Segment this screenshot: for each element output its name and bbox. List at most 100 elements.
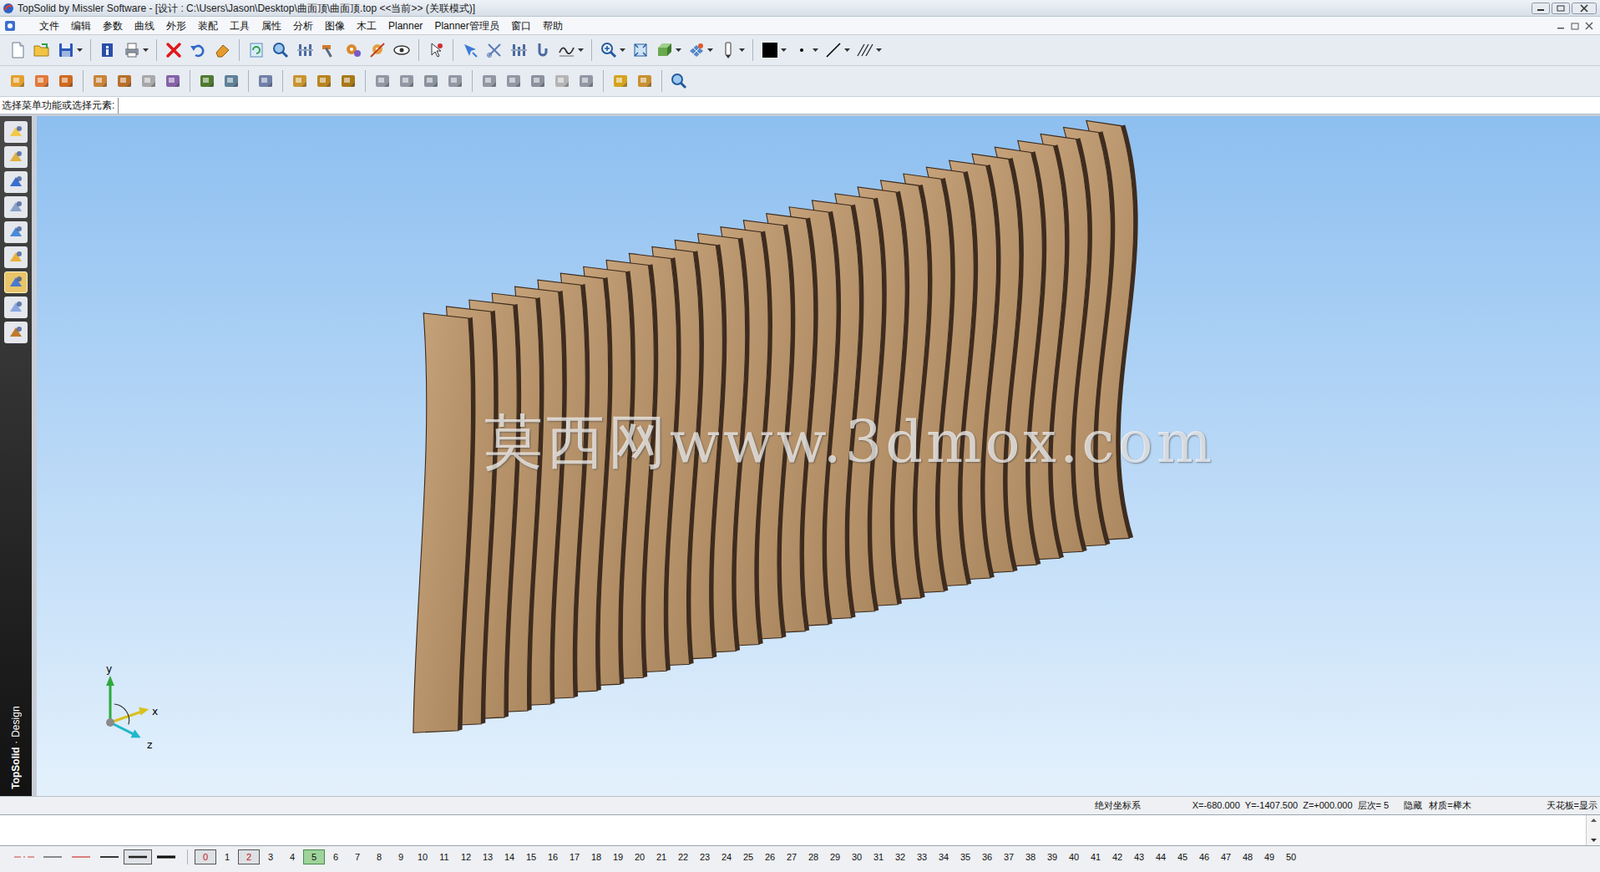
line-style-button[interactable] [123,849,152,865]
menu-item[interactable]: 外形 [160,18,193,34]
menu-item[interactable]: 木工 [350,18,383,34]
layer-button[interactable]: 19 [607,849,629,865]
layer-button[interactable]: 34 [932,849,955,865]
menu-item[interactable]: 文件 [33,18,66,34]
layer-button[interactable]: 30 [845,849,868,865]
toolbar-button[interactable] [55,37,85,63]
layer-button[interactable]: 0 [194,849,217,865]
toolbar-button[interactable] [337,68,360,94]
layer-button[interactable]: 21 [650,849,673,865]
restore-icon[interactable] [1569,20,1581,32]
menu-item[interactable]: 装配 [192,18,224,34]
toolbar-button[interactable] [597,37,628,63]
palette-button[interactable] [4,196,28,218]
toolbar-button[interactable] [609,68,632,94]
toolbar-button[interactable] [425,37,447,63]
layer-button[interactable]: 15 [520,849,542,865]
layer-button[interactable]: 3 [259,849,282,865]
toolbar-button[interactable] [211,37,233,63]
toolbar-button[interactable] [717,37,747,63]
layer-button[interactable]: 45 [1171,849,1194,865]
toolbar-button[interactable] [551,68,573,94]
toolbar-button[interactable] [245,37,268,63]
layer-button[interactable]: 42 [1106,849,1129,865]
layer-button[interactable]: 39 [1041,849,1064,865]
menu-item[interactable]: 图像 [318,18,351,34]
layer-button[interactable]: 2 [237,849,260,865]
layer-button[interactable]: 4 [281,849,304,865]
toolbar-button[interactable] [629,37,652,63]
layer-button[interactable]: 13 [476,849,499,865]
toolbar-button[interactable] [483,37,506,63]
toolbar-button[interactable] [507,37,530,63]
toolbar-button[interactable] [121,37,151,63]
palette-button[interactable] [4,296,28,319]
layer-button[interactable]: 22 [672,849,694,865]
layer-button[interactable]: 10 [411,849,434,865]
toolbar-button[interactable] [318,37,340,63]
toolbar-button[interactable] [55,68,77,94]
toolbar-button[interactable] [220,68,243,94]
scrollbar[interactable] [1585,815,1600,846]
toolbar-button[interactable] [89,68,112,94]
menu-item[interactable]: Planner管理员 [428,18,505,34]
layer-button[interactable]: 24 [715,849,738,865]
palette-button[interactable] [4,321,28,344]
menu-item[interactable]: 曲线 [128,18,161,34]
toolbar-button[interactable] [137,68,160,94]
toolbar-button[interactable] [6,37,29,63]
layer-button[interactable]: 37 [997,849,1020,865]
toolbar-button[interactable] [653,37,684,63]
toolbar-button[interactable] [254,68,277,94]
menu-item[interactable]: 帮助 [536,18,569,34]
toolbar-button[interactable] [113,68,136,94]
toolbar-button[interactable] [269,37,292,63]
layer-button[interactable]: 46 [1193,849,1216,865]
layer-button[interactable]: 29 [824,849,846,865]
menu-item[interactable]: 工具 [223,18,256,34]
layer-button[interactable]: 35 [954,849,977,865]
layer-button[interactable]: 47 [1215,849,1237,865]
layer-button[interactable]: 1 [216,849,238,865]
layer-button[interactable]: 44 [1149,849,1172,865]
toolbar-button[interactable] [6,68,29,94]
toolbar-button[interactable] [526,68,549,94]
palette-button[interactable] [4,271,28,294]
palette-button[interactable] [4,146,28,168]
minimize-icon[interactable] [1531,2,1550,15]
layer-button[interactable]: 48 [1236,849,1259,865]
toolbar-button[interactable] [293,37,316,63]
toolbar-button[interactable] [556,37,586,63]
layer-button[interactable]: 11 [433,849,456,865]
palette-button[interactable] [4,171,28,193]
toolbar-button[interactable] [531,37,554,63]
layer-button[interactable]: 17 [563,849,586,865]
layer-button[interactable]: 9 [389,849,412,865]
minimize-icon[interactable] [1554,20,1567,32]
layer-button[interactable]: 5 [303,849,325,865]
layer-button[interactable]: 23 [693,849,716,865]
layer-button[interactable]: 28 [802,849,825,865]
layer-button[interactable]: 43 [1128,849,1150,865]
toolbar-button[interactable] [288,68,311,94]
command-input[interactable] [0,815,1586,846]
toolbar-button[interactable] [390,37,413,63]
toolbar-button[interactable] [854,37,884,63]
toolbar-button[interactable] [822,37,852,63]
menu-item[interactable]: 窗口 [505,18,537,34]
toolbar-button[interactable] [444,68,466,94]
layer-button[interactable]: 38 [1019,849,1042,865]
layer-button[interactable]: 16 [541,849,564,865]
toolbar-button[interactable] [30,37,53,63]
viewport[interactable]: yxz莫西网www.3dmox.com [36,116,1600,796]
layer-button[interactable]: 41 [1084,849,1107,865]
line-style-button[interactable] [151,849,181,865]
menu-item[interactable]: 属性 [255,18,288,34]
layer-button[interactable]: 32 [889,849,912,865]
layer-button[interactable]: 40 [1063,849,1085,865]
toolbar-button[interactable] [162,68,184,94]
toolbar-button[interactable] [575,68,598,94]
toolbar-button[interactable] [668,68,690,94]
toolbar-button[interactable] [313,68,335,94]
layer-button[interactable]: 6 [324,849,347,865]
